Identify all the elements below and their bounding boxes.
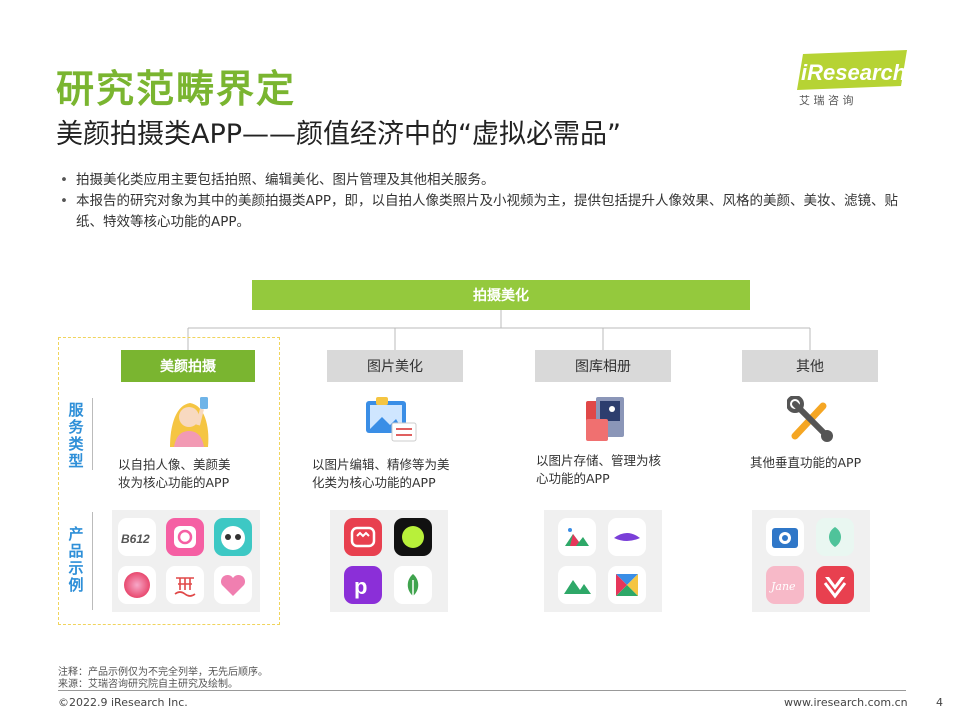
desc-album: 以图片存储、管理为核 心功能的APP: [536, 453, 662, 486]
leaf-app-icon: [816, 518, 854, 556]
v-app-icon: [816, 566, 854, 604]
svg-text:Jane: Jane: [769, 580, 796, 593]
album-icon: [582, 395, 630, 451]
photo-edit-icon: [364, 395, 420, 451]
app-grid-photo-edit: p: [330, 510, 448, 612]
root-node: 拍摄美化: [252, 280, 750, 310]
panda-app-icon: [214, 518, 252, 556]
b612-app-icon: B612: [118, 518, 156, 556]
meitu-app-icon: [344, 518, 382, 556]
desc-beauty-camera: 以自拍人像、美颜美 妆为核心功能的APP: [118, 457, 231, 490]
gallery-app-icon-1: [558, 518, 596, 556]
jane-app-icon: Jane: [766, 566, 804, 604]
product-example-label: 产品示例: [68, 525, 84, 594]
camera-tool-app-icon: [766, 518, 804, 556]
lens-app-icon: [394, 518, 432, 556]
page-number: 4: [936, 696, 943, 709]
desc-photo-edit: 以图片编辑、精修等为美 化类为核心功能的APP: [312, 457, 450, 490]
app-grid-album: [544, 510, 662, 612]
footnote-note: 注释：产品示例仅为不完全列举，无先后顺序。: [58, 667, 268, 678]
category-photo-edit: 图片美化: [327, 350, 463, 382]
gallery-app-icon-4: [608, 566, 646, 604]
category-other: 其他: [742, 350, 878, 382]
wuxian-app-icon: [166, 566, 204, 604]
camera-app-icon: [166, 518, 204, 556]
snapseed-app-icon: [394, 566, 432, 604]
app-grid-other: Jane: [752, 510, 870, 612]
category-beauty-camera: 美颜拍摄: [121, 350, 255, 382]
divider: [92, 398, 93, 470]
app-grid-beauty-camera: B612: [112, 510, 260, 612]
desc-other: 其他垂直功能的APP: [750, 455, 862, 470]
tools-icon: [786, 395, 835, 448]
gallery-app-icon-2: [608, 518, 646, 556]
footer-copyright: ©2022.9 iResearch Inc.: [58, 696, 188, 709]
picsart-app-icon: p: [344, 566, 382, 604]
svg-text:B612: B612: [121, 532, 150, 546]
divider: [92, 512, 93, 610]
gradient-app-icon: [118, 566, 156, 604]
footer-website: www.iresearch.com.cn: [784, 696, 908, 709]
selfie-girl-icon: [160, 395, 216, 451]
heart-app-icon: [214, 566, 252, 604]
service-type-label: 服务类型: [68, 401, 84, 470]
footer-divider: [58, 690, 906, 691]
category-album: 图库相册: [535, 350, 671, 382]
gallery-app-icon-3: [558, 566, 596, 604]
svg-text:p: p: [354, 574, 367, 599]
